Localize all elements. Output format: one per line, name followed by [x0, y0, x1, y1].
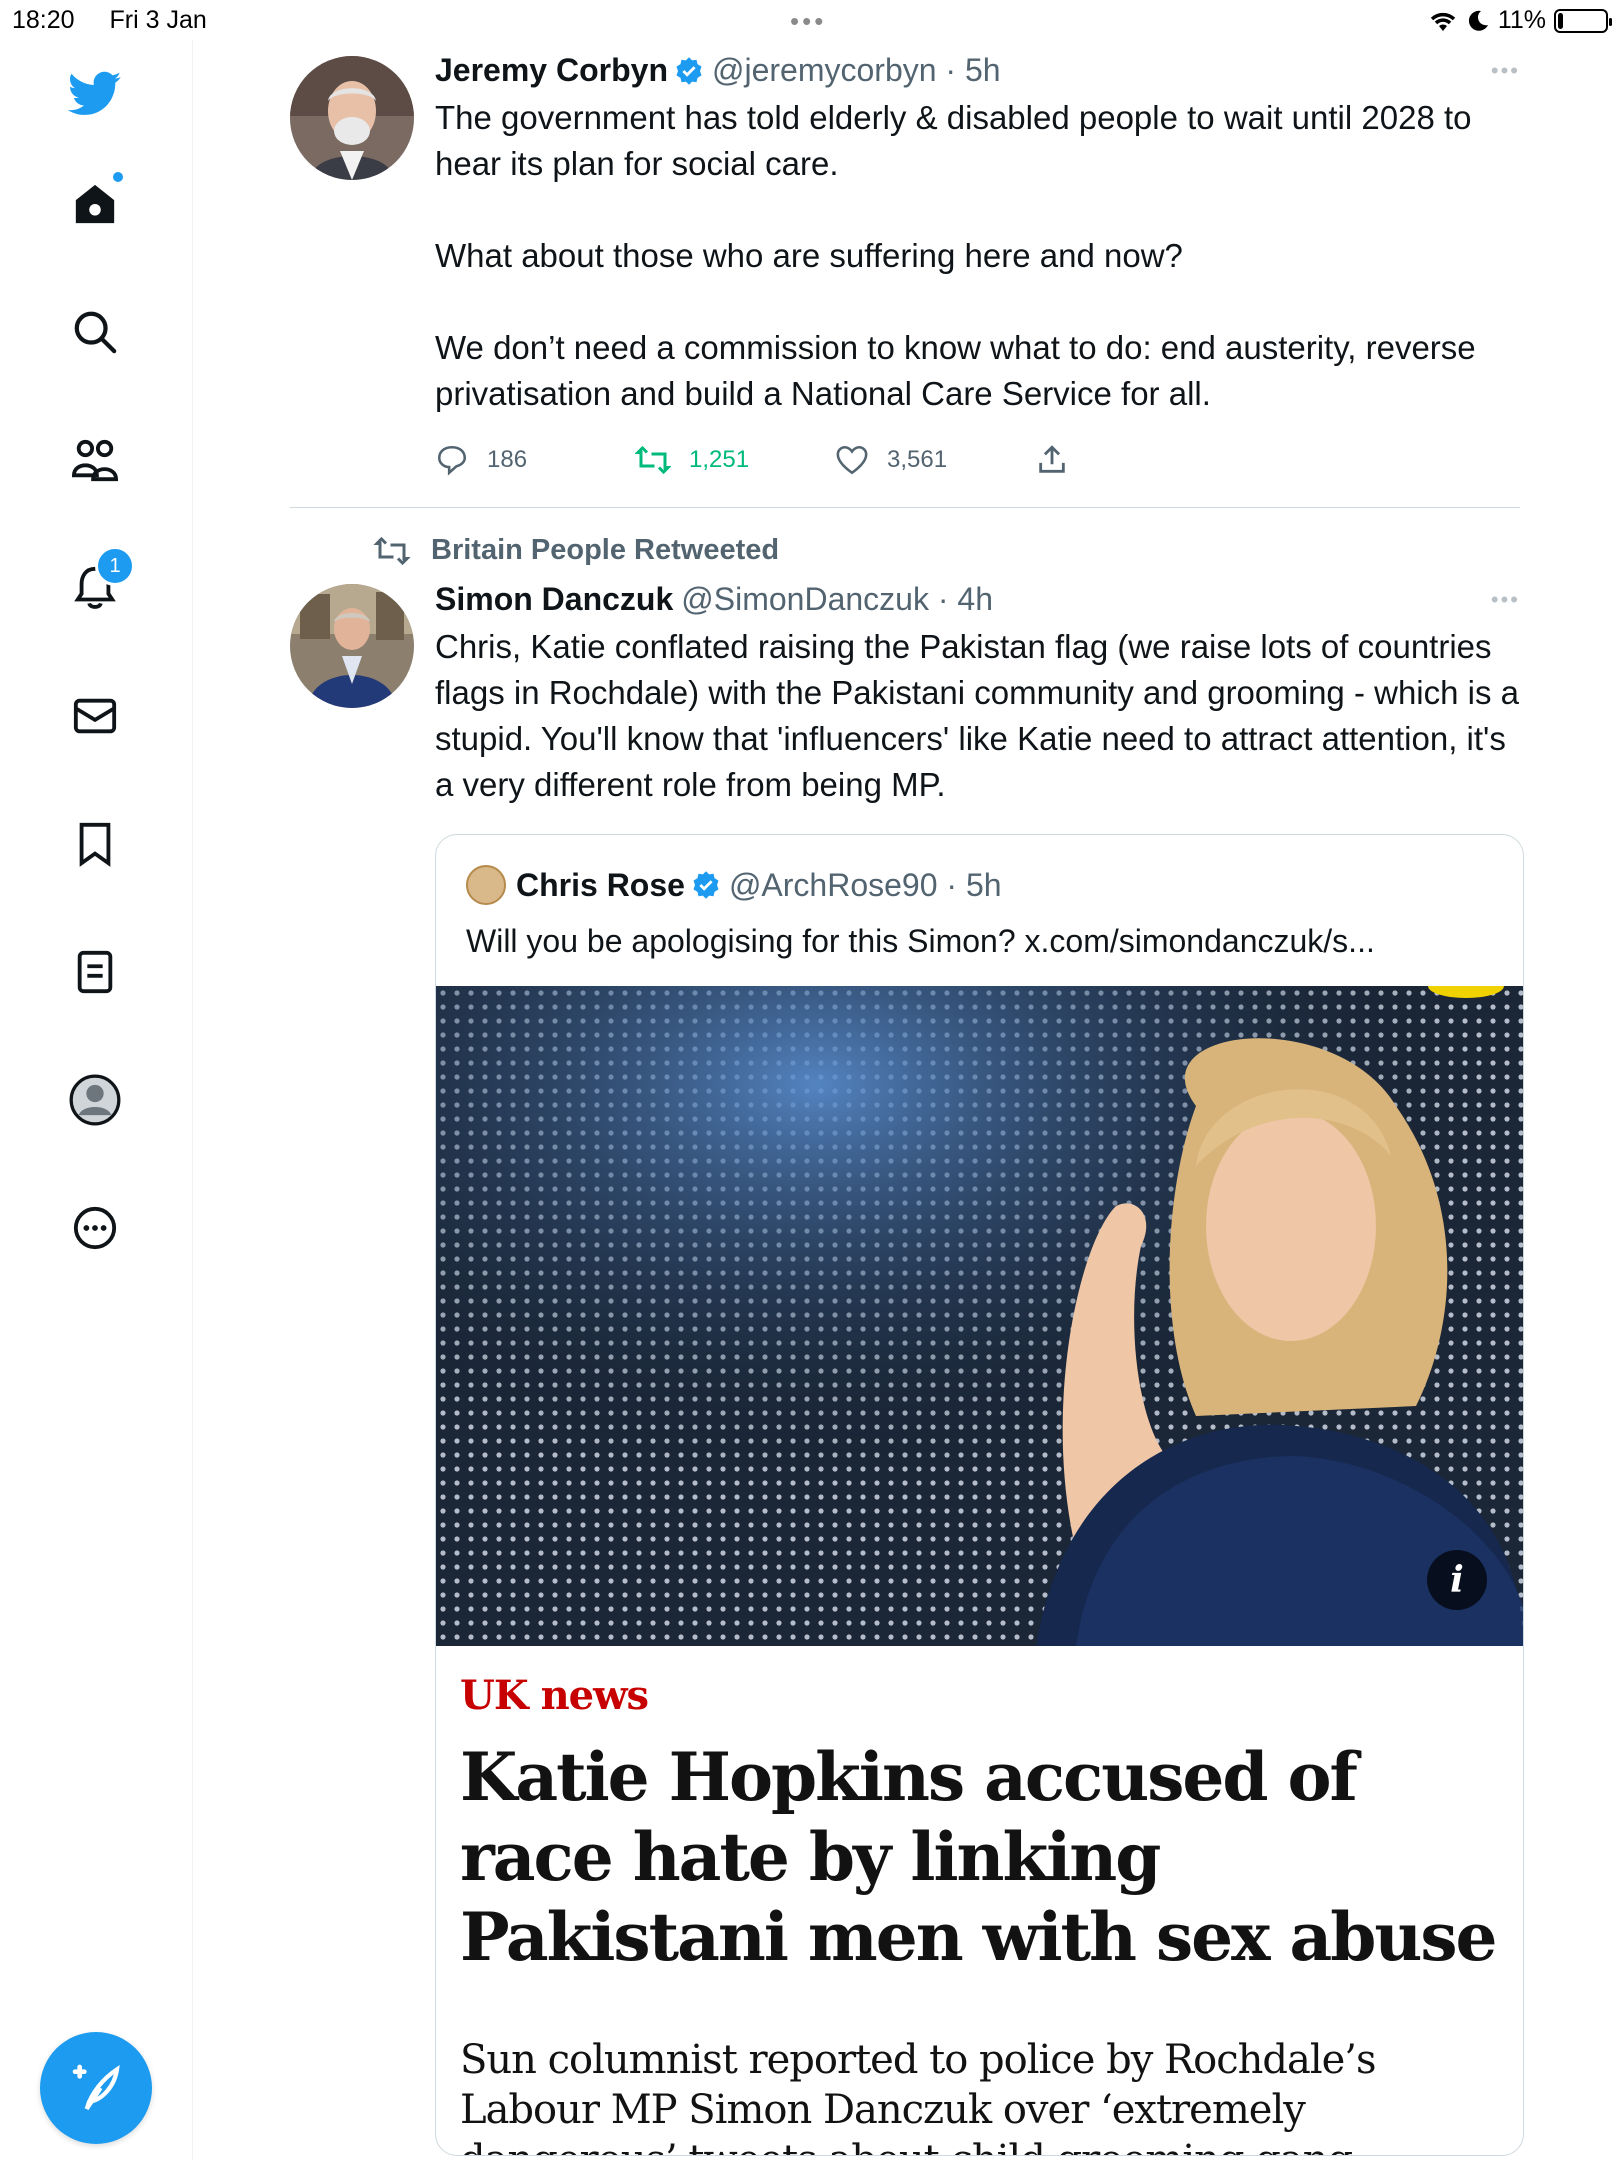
search-icon[interactable]	[67, 304, 123, 360]
status-right: 11%	[1428, 6, 1612, 35]
tweet-text: The government has told elderly & disabl…	[435, 99, 1476, 412]
share-button[interactable]	[1035, 443, 1069, 477]
retweet-icon	[373, 536, 411, 565]
quoted-avatar	[466, 865, 506, 905]
tweet-divider	[290, 507, 1520, 508]
reply-icon	[437, 445, 467, 476]
do-not-disturb-moon-icon	[1468, 10, 1488, 31]
news-clipping: UK news Katie Hopkins accused of race ha…	[436, 1646, 1523, 2155]
compose-icon	[72, 2064, 120, 2111]
verified-badge-icon	[676, 56, 702, 85]
twitter-logo-icon[interactable]	[67, 66, 123, 122]
retweeted-by-label[interactable]: Britain People Retweeted	[431, 534, 779, 567]
display-name[interactable]: Simon Danczuk	[435, 581, 673, 618]
wifi-icon	[1430, 12, 1456, 31]
retweet-icon	[635, 445, 671, 475]
communities-icon[interactable]	[67, 432, 123, 488]
quoted-tweet-image[interactable]: i	[436, 986, 1523, 1646]
compose-tweet-button[interactable]	[40, 2032, 152, 2144]
news-headline: Katie Hopkins accused of race hate by li…	[460, 1738, 1498, 1976]
tweet-actions: 186 1,251 3,561	[435, 435, 1520, 485]
tweet-text: Chris, Katie conflated raising the Pakis…	[435, 628, 1520, 803]
quoted-tweet-card[interactable]: Chris Rose @ArchRose90 · 5h Will you be …	[435, 834, 1524, 2156]
more-icon[interactable]	[67, 1200, 123, 1256]
tweet-content: Jeremy Corbyn @jeremycorbyn · 5h ••• The…	[435, 52, 1520, 485]
tweet-simon-danczuk[interactable]: Britain People Retweeted Simon Danczuk @…	[290, 534, 1524, 2156]
lists-icon[interactable]	[67, 944, 123, 1000]
tweet-more-icon[interactable]: •••	[1491, 58, 1520, 84]
handle-and-time[interactable]: @SimonDanczuk · 4h	[681, 581, 993, 618]
quoted-tweet-text: Will you be apologising for this Simon? …	[466, 923, 1375, 959]
status-time: 18:20	[12, 6, 75, 34]
heart-icon	[836, 445, 868, 475]
display-name[interactable]: Jeremy Corbyn	[435, 52, 668, 89]
tweet-more-icon[interactable]: •••	[1491, 587, 1520, 613]
reply-button[interactable]: 186	[435, 443, 635, 477]
quoted-tweet-header: Chris Rose @ArchRose90 · 5h	[436, 835, 1523, 905]
like-button[interactable]: 3,561	[835, 443, 1035, 477]
tweet-content: Simon Danczuk @SimonDanczuk · 4h ••• Chr…	[435, 581, 1524, 2156]
status-left: 18:20 Fri 3 Jan	[12, 6, 235, 35]
avatar[interactable]	[290, 56, 414, 180]
image-info-icon[interactable]: i	[1427, 1550, 1487, 1610]
timeline: Jeremy Corbyn @jeremycorbyn · 5h ••• The…	[290, 40, 1524, 2156]
retweeted-by-row: Britain People Retweeted	[373, 534, 1520, 567]
retweet-count: 1,251	[689, 446, 750, 473]
home-icon[interactable]	[67, 172, 123, 232]
news-section-label: UK news	[460, 1672, 649, 1719]
tweet-header: Simon Danczuk @SimonDanczuk · 4h •••	[435, 581, 1520, 618]
tweet-jeremy-corbyn[interactable]: Jeremy Corbyn @jeremycorbyn · 5h ••• The…	[290, 40, 1520, 508]
reply-count: 186	[487, 446, 528, 473]
home-notification-dot	[113, 172, 123, 182]
profile-icon[interactable]	[67, 1072, 123, 1128]
battery-fill	[1558, 12, 1563, 29]
verified-badge-icon	[693, 871, 719, 899]
multitasking-dots-icon[interactable]: •••	[790, 6, 826, 37]
notifications-icon[interactable]: 1	[67, 546, 135, 616]
tweet-header: Jeremy Corbyn @jeremycorbyn · 5h •••	[435, 52, 1520, 89]
handle-and-time[interactable]: @jeremycorbyn · 5h	[712, 52, 1001, 89]
avatar[interactable]	[290, 584, 414, 708]
status-date: Fri 3 Jan	[109, 6, 207, 34]
like-count: 3,561	[887, 446, 948, 473]
quoted-handle-and-time: @ArchRose90 · 5h	[728, 866, 1002, 903]
share-icon	[1039, 445, 1065, 473]
retweet-button[interactable]: 1,251	[635, 445, 835, 475]
quoted-display-name: Chris Rose	[516, 866, 685, 903]
battery-percent: 11%	[1497, 6, 1546, 34]
messages-icon[interactable]	[67, 688, 123, 744]
battery-icon	[1554, 8, 1612, 33]
status-bar: 18:20 Fri 3 Jan ••• 11%	[0, 0, 1620, 40]
bookmarks-icon[interactable]	[67, 816, 123, 872]
sidebar-nav: 1	[0, 40, 193, 2160]
news-standfirst: Sun columnist reported to police by Roch…	[460, 2037, 1377, 2155]
notifications-badge: 1	[95, 546, 135, 586]
